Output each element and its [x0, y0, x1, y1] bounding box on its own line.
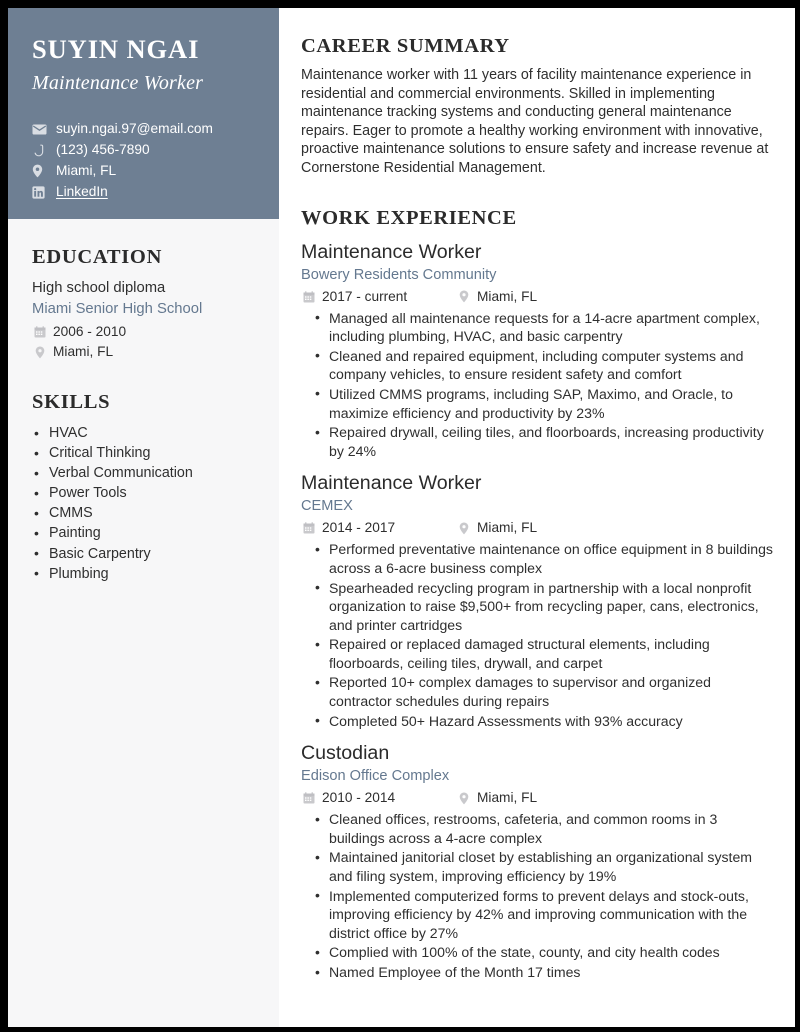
job-meta: 2017 - current Miami, FL: [301, 287, 773, 307]
job-dates: 2010 - 2014: [322, 790, 396, 806]
list-item: Maintained janitorial closet by establis…: [301, 848, 773, 885]
candidate-name: SUYIN NGAI: [32, 34, 200, 64]
work-experience-entry: Maintenance Worker CEMEX 2014 - 2017 Mia…: [301, 471, 773, 730]
phone-text: (123) 456-7890: [56, 141, 150, 157]
work-experience-entry: Maintenance Worker Bowery Residents Comm…: [301, 240, 773, 461]
list-item: Implemented computerized forms to preven…: [301, 886, 773, 943]
job-bullet-list: Cleaned offices, restrooms, cafeteria, a…: [301, 810, 773, 981]
list-item: Critical Thinking: [32, 443, 255, 463]
job-title: Custodian: [301, 742, 390, 765]
job-company: CEMEX: [301, 498, 353, 515]
candidate-job-title: Maintenance Worker: [32, 71, 204, 94]
resume-document: SUYIN NGAI Maintenance Worker suyin.ngai…: [8, 8, 795, 1027]
job-dates-line: 2010 - 2014: [301, 788, 456, 808]
job-company: Bowery Residents Community: [301, 266, 497, 283]
sidebar-body: EDUCATION High school diploma Miami Seni…: [8, 219, 279, 584]
location-pin-icon: [456, 792, 471, 805]
list-item: Repaired drywall, ceiling tiles, and flo…: [301, 423, 773, 460]
career-summary-heading: CAREER SUMMARY: [301, 35, 510, 57]
job-location-line: Miami, FL: [456, 788, 537, 808]
education-school: Miami Senior High School: [32, 301, 203, 317]
list-item: Cleaned and repaired equipment, includin…: [301, 346, 773, 384]
list-item: Verbal Communication: [32, 463, 255, 483]
education-section: EDUCATION High school diploma Miami Seni…: [32, 246, 255, 362]
contact-list: suyin.ngai.97@email.com (123) 456-7890 M…: [32, 119, 255, 203]
envelope-icon: [32, 122, 49, 136]
sidebar: SUYIN NGAI Maintenance Worker suyin.ngai…: [8, 8, 279, 1027]
job-meta: 2010 - 2014 Miami, FL: [301, 788, 773, 808]
education-heading: EDUCATION: [32, 246, 163, 268]
contact-item-linkedin[interactable]: LinkedIn: [32, 182, 255, 203]
list-item: Power Tools: [32, 483, 255, 503]
list-item: Plumbing: [32, 563, 255, 584]
work-experience-heading: WORK EXPERIENCE: [301, 206, 517, 229]
email-text: suyin.ngai.97@email.com: [56, 120, 213, 136]
linkedin-icon: [32, 186, 49, 200]
job-location: Miami, FL: [477, 790, 538, 806]
job-bullet-list: Managed all maintenance requests for a 1…: [301, 308, 773, 461]
job-location: Miami, FL: [477, 520, 538, 536]
education-location: Miami, FL: [53, 344, 114, 359]
job-dates-line: 2014 - 2017: [301, 518, 456, 538]
list-item: Cleaned offices, restrooms, cafeteria, a…: [301, 810, 773, 847]
location-pin-icon: [456, 290, 471, 303]
job-location-line: Miami, FL: [456, 518, 537, 538]
location-pin-icon: [456, 522, 471, 535]
career-summary-section: CAREER SUMMARY Maintenance worker with 1…: [301, 35, 773, 178]
calendar-icon: [32, 326, 47, 339]
job-company: Edison Office Complex: [301, 768, 450, 785]
job-dates: 2017 - current: [322, 288, 408, 304]
list-item: Performed preventative maintenance on of…: [301, 540, 773, 577]
list-item: Managed all maintenance requests for a 1…: [301, 308, 773, 346]
work-experience-entry: Custodian Edison Office Complex 2010 - 2…: [301, 741, 773, 981]
job-dates: 2014 - 2017: [322, 520, 396, 536]
job-dates-line: 2017 - current: [301, 287, 456, 307]
education-location-line: Miami, FL: [32, 342, 255, 362]
education-degree: High school diploma: [32, 280, 166, 296]
skills-list: HVAC Critical Thinking Verbal Communicat…: [32, 422, 255, 584]
calendar-icon: [301, 792, 316, 805]
education-dates: 2006 - 2010: [53, 324, 127, 339]
job-location-line: Miami, FL: [456, 287, 537, 307]
list-item: Utilized CMMS programs, including SAP, M…: [301, 384, 773, 422]
main-content: CAREER SUMMARY Maintenance worker with 1…: [279, 8, 795, 1027]
location-pin-icon: [32, 164, 49, 178]
list-item: Painting: [32, 523, 255, 543]
career-summary-text: Maintenance worker with 11 years of faci…: [301, 67, 769, 176]
list-item: Named Employee of the Month 17 times: [301, 963, 773, 982]
list-item: Complied with 100% of the state, county,…: [301, 943, 773, 962]
list-item: CMMS: [32, 503, 255, 523]
list-item: Basic Carpentry: [32, 543, 255, 564]
calendar-icon: [301, 522, 316, 535]
sidebar-header-block: SUYIN NGAI Maintenance Worker suyin.ngai…: [8, 8, 279, 219]
contact-item-phone: (123) 456-7890: [32, 140, 255, 161]
list-item: Repaired or replaced damaged structural …: [301, 635, 773, 672]
calendar-icon: [301, 290, 316, 303]
job-title: Maintenance Worker: [301, 472, 482, 495]
list-item: HVAC: [32, 422, 255, 443]
job-location: Miami, FL: [477, 288, 538, 304]
work-experience-section: WORK EXPERIENCE Maintenance Worker Bower…: [301, 207, 773, 982]
list-item: Completed 50+ Hazard Assessments with 93…: [301, 711, 773, 731]
linkedin-link[interactable]: LinkedIn: [56, 182, 108, 203]
job-bullet-list: Performed preventative maintenance on of…: [301, 540, 773, 730]
location-text: Miami, FL: [56, 163, 117, 179]
job-meta: 2014 - 2017 Miami, FL: [301, 518, 773, 538]
skills-section: SKILLS HVAC Critical Thinking Verbal Com…: [32, 391, 255, 584]
education-dates-line: 2006 - 2010: [32, 322, 255, 342]
skills-heading: SKILLS: [32, 391, 111, 413]
contact-item-location: Miami, FL: [32, 161, 255, 182]
list-item: Reported 10+ complex damages to supervis…: [301, 673, 773, 710]
list-item: Spearheaded recycling program in partner…: [301, 578, 773, 635]
location-pin-icon: [32, 346, 47, 359]
job-title: Maintenance Worker: [301, 240, 482, 263]
contact-item-email: suyin.ngai.97@email.com: [32, 119, 255, 140]
phone-icon: [32, 143, 49, 157]
